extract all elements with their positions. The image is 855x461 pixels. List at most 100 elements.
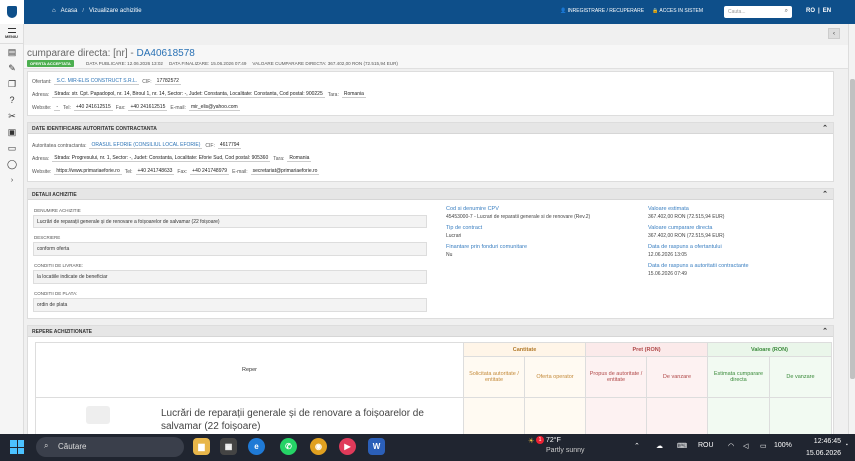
clock[interactable]: 12:46:45 15.06.2026 xyxy=(806,436,841,460)
bidder-name-link[interactable]: S.C. MIR-ELIS CONSTRUCT S.R.L. xyxy=(54,78,140,85)
lang-ro[interactable]: RO xyxy=(806,8,815,14)
taskbar-search-label: Căutare xyxy=(58,442,87,451)
cpv-label: Cod si denumire CPV xyxy=(446,206,499,212)
tray-chevron-up-icon[interactable]: ⌃ xyxy=(634,442,640,450)
delivery-field-label: CONDITII DE LIVRARE: xyxy=(34,263,84,268)
authority-name-link[interactable]: ORASUL EFORIE (CONSILIUL LOCAL EFORIE) xyxy=(89,142,203,149)
home-icon[interactable]: ⌂ xyxy=(52,8,56,14)
chat-icon[interactable]: ◯ xyxy=(0,156,24,172)
file-explorer-icon[interactable]: ▆ xyxy=(193,438,210,455)
edge-browser-icon[interactable]: e xyxy=(248,438,265,455)
calendar-icon[interactable]: ▦ xyxy=(220,438,237,455)
whatsapp-icon[interactable]: ✆ xyxy=(280,438,297,455)
bidder-response-date-label: Data de raspuns a ofertantului xyxy=(648,244,722,250)
page-scrollbar[interactable] xyxy=(848,24,855,434)
top-navigation-bar: ⌂ Acasa / Vizualizare achizitie 👤 INREGI… xyxy=(0,0,855,24)
col-solicitata: Solicitata autoritate / entitate xyxy=(463,356,525,398)
bidder-response-date: 12.06.2026 13:05 xyxy=(648,252,687,258)
authority-website-label: Website: xyxy=(32,168,52,175)
word-icon[interactable]: W xyxy=(368,438,385,455)
col-valoare-vanzare: De vanzare xyxy=(769,356,832,398)
authority-panel: DATE IDENTIFICARE AUTORITATE CONTRACTANT… xyxy=(27,122,834,182)
media-player-icon[interactable]: ▶ xyxy=(339,438,356,455)
search-icon[interactable]: ⌕ xyxy=(785,8,788,15)
details-panel-title: DETALII ACHIZITIE xyxy=(32,192,77,198)
authority-country-label: Tara: xyxy=(273,155,285,162)
weather-temp: 72°F xyxy=(546,437,561,444)
register-link-label[interactable]: INREGISTRARE / RECUPERARE xyxy=(568,8,644,14)
wifi-icon[interactable]: ◠ xyxy=(728,442,734,450)
procurement-title-field: Lucrări de reparații generale și de reno… xyxy=(33,215,427,228)
items-panel-header[interactable]: REPERE ACHIZITIONATE ⌃ xyxy=(28,326,833,337)
weather-widget[interactable]: ☀ 1 72°F Partly sunny xyxy=(528,436,585,454)
item-cell: Lucrări de reparații generale și de reno… xyxy=(35,397,464,434)
clock-time: 12:46:45 xyxy=(813,438,842,445)
publication-date: DATA PUBLICARE: 12.06.2026 13:02 xyxy=(86,61,163,66)
description-field: conform oferta xyxy=(33,242,427,256)
procurement-header: cumparare directa: [nr] - DA40618578 OFE… xyxy=(24,45,848,69)
battery-icon[interactable]: ▭ xyxy=(760,442,767,450)
details-panel-header[interactable]: DETALII ACHIZITIE ⌃ xyxy=(28,189,833,200)
authority-label: Autoritatea contractanta: xyxy=(32,142,87,149)
table-cell xyxy=(769,397,832,434)
lang-en[interactable]: EN xyxy=(823,8,831,14)
site-logo[interactable] xyxy=(0,0,24,24)
authority-phone-label: Tel: xyxy=(124,168,133,175)
authority-country: Romania xyxy=(287,155,312,162)
status-badge: OFERTA ACCEPTATA xyxy=(27,60,74,67)
weather-notification-badge: 1 xyxy=(536,436,544,444)
breadcrumb-home[interactable]: Acasa xyxy=(61,8,78,14)
notification-icon[interactable]: ▪ xyxy=(846,442,848,448)
authority-email-label: E-mail: xyxy=(232,168,248,175)
search-input[interactable]: Cauta... ⌕ xyxy=(724,6,792,18)
tools-icon[interactable]: ✂ xyxy=(0,108,24,124)
bidder-phone: +40 241612515 xyxy=(73,104,113,111)
collapse-panel-button[interactable]: ‹ xyxy=(828,28,840,39)
direct-purchase-value-detail: 367.402,00 RON (72.515,94 EUR) xyxy=(648,233,725,239)
breadcrumb-separator: / xyxy=(82,8,84,14)
taskbar-search[interactable]: ⌕ Căutare xyxy=(36,437,184,457)
description-field-label: DESCRIERE xyxy=(34,235,61,240)
scrollbar-thumb[interactable] xyxy=(850,79,855,379)
bidder-email: mir_elis@yahoo.com xyxy=(188,104,240,111)
login-link-label[interactable]: ACCES IN SISTEM xyxy=(659,8,703,14)
item-name: Lucrări de reparații generale și de reno… xyxy=(161,408,424,432)
cloud-icon[interactable]: ☁ xyxy=(656,442,663,450)
help-icon[interactable]: ? xyxy=(0,92,24,108)
input-language[interactable]: ROU xyxy=(698,442,714,449)
windows-start-icon[interactable] xyxy=(10,440,24,454)
gallery-icon[interactable]: ▣ xyxy=(0,124,24,140)
authority-address: Strada: Progresului, nr. 1, Sector: -, J… xyxy=(52,155,271,162)
document-icon[interactable]: ▤ xyxy=(0,44,24,60)
layers-icon[interactable]: ❐ xyxy=(0,76,24,92)
keyboard-icon[interactable]: ⌨ xyxy=(677,442,687,450)
chevron-up-icon[interactable]: ⌃ xyxy=(822,190,828,198)
hamburger-icon xyxy=(7,28,16,33)
document-edit-icon[interactable]: ✎ xyxy=(0,60,24,76)
chevron-up-icon[interactable]: ⌃ xyxy=(822,124,828,132)
search-icon: ⌕ xyxy=(44,441,49,450)
col-oferta-operator: Oferta operator xyxy=(524,356,586,398)
bidder-label: Ofertant: xyxy=(32,78,52,85)
menu-button[interactable]: MENIU xyxy=(0,24,23,44)
bidder-cif: 17782572 xyxy=(154,78,181,85)
weather-condition: Partly sunny xyxy=(546,447,585,454)
register-link[interactable]: 👤 INREGISTRARE / RECUPERARE xyxy=(560,8,644,14)
login-link[interactable]: 🔒 ACCES IN SISTEM xyxy=(652,8,703,14)
chrome-icon[interactable]: ◉ xyxy=(310,438,327,455)
bidder-cif-label: CIF: xyxy=(142,78,152,85)
weather-sun-icon: ☀ xyxy=(528,438,535,445)
estimated-value: 367.402,00 RON (72.515,94 EUR) xyxy=(648,214,725,220)
breadcrumb: ⌂ Acasa / Vizualizare achizitie xyxy=(52,8,142,14)
chevron-right-icon[interactable]: › xyxy=(0,172,24,188)
authority-phone: +40 241748633 xyxy=(135,168,175,175)
menu-label: MENIU xyxy=(5,34,18,39)
chevron-up-icon[interactable]: ⌃ xyxy=(822,327,828,335)
volume-icon[interactable]: ◁ xyxy=(743,442,748,450)
bidder-fax-label: Fax: xyxy=(115,104,126,111)
authority-fax: +40 241748979 xyxy=(190,168,230,175)
title-prefix: cumparare directa: [nr] - xyxy=(27,48,137,59)
authority-panel-header[interactable]: DATE IDENTIFICARE AUTORITATE CONTRACTANT… xyxy=(28,123,833,134)
monitor-icon[interactable]: ▭ xyxy=(0,140,24,156)
eu-funding-label: Finantare prin fonduri comunitare xyxy=(446,244,528,250)
